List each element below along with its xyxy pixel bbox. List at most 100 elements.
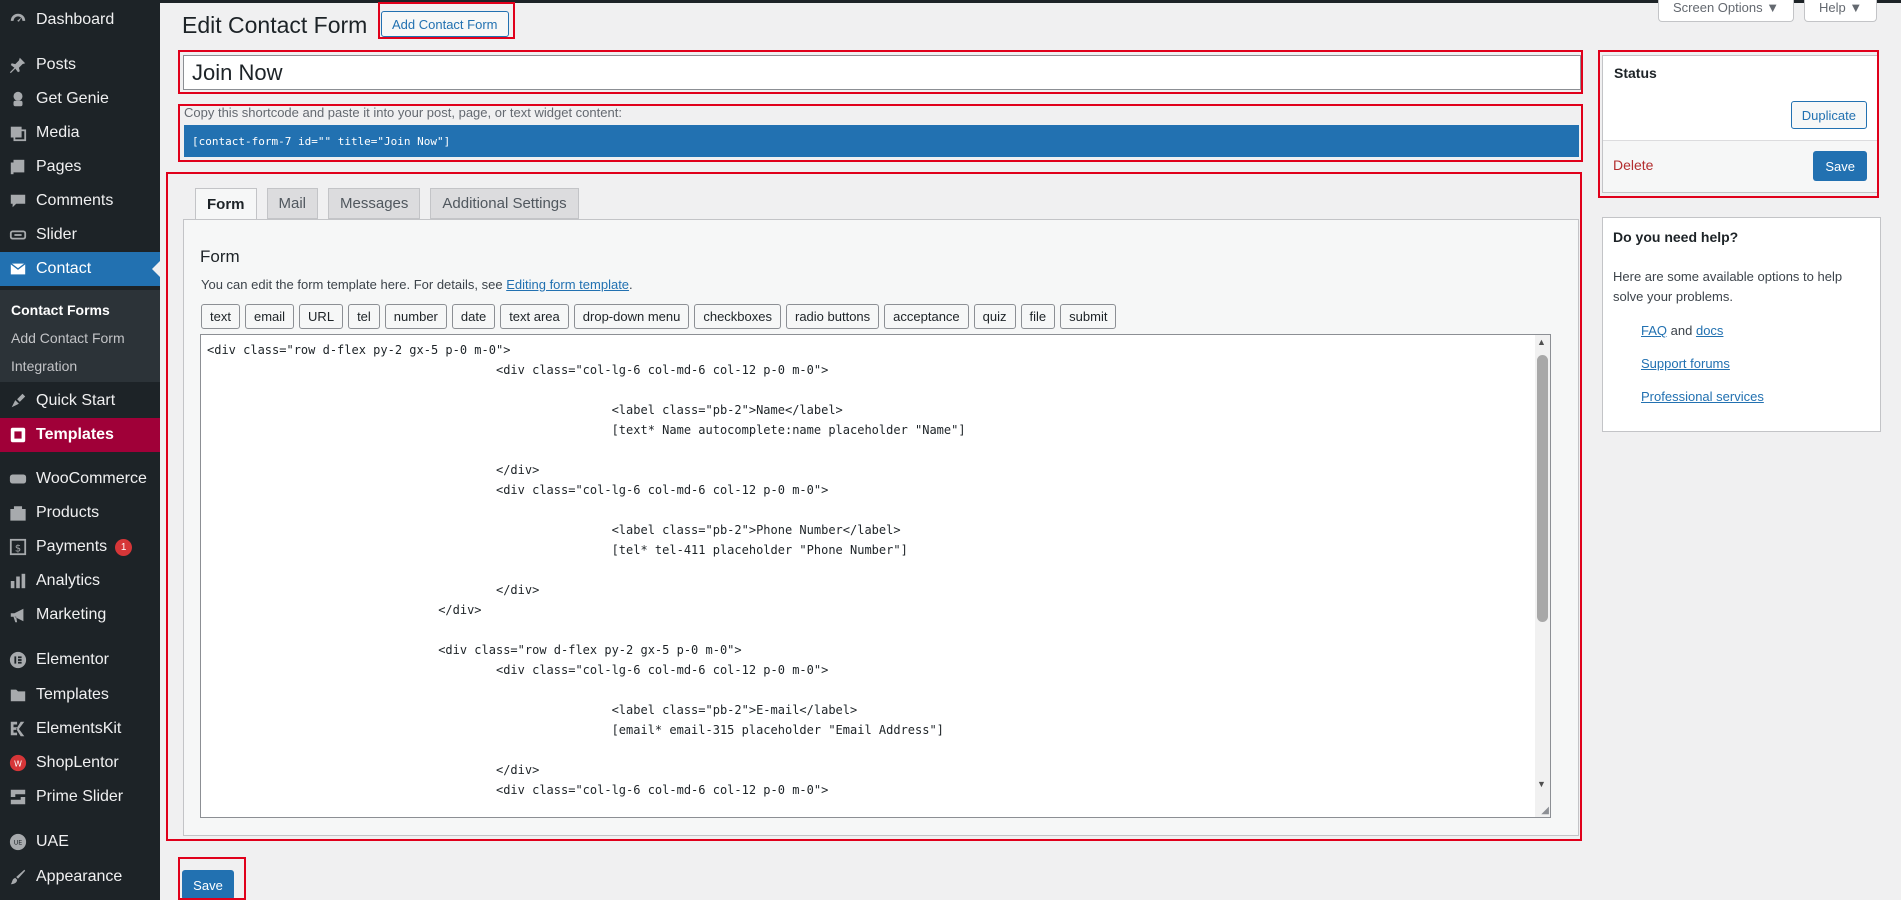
uae-icon: UE (8, 832, 28, 852)
support-forums-link[interactable]: Support forums (1641, 356, 1730, 371)
menu-payments[interactable]: $ Payments 1 (0, 530, 160, 564)
docs-link[interactable]: docs (1696, 323, 1723, 338)
svg-text:W: W (14, 759, 22, 769)
editor-tabs: Form Mail Messages Additional Settings (195, 188, 589, 221)
form-template-code[interactable]: <div class="row d-flex py-2 gx-5 p-0 m-0… (201, 335, 1550, 805)
menu-label: Media (36, 124, 80, 141)
menu-contact[interactable]: Contact (0, 252, 160, 286)
menu-label: Analytics (36, 572, 101, 589)
menu-woocommerce[interactable]: WooCommerce (0, 462, 160, 496)
tab-messages[interactable]: Messages (328, 188, 421, 219)
tag-button-quiz[interactable]: quiz (973, 304, 1016, 329)
menu-label: Quick Start (36, 392, 116, 409)
menu-shoplentor[interactable]: W ShopLentor (0, 746, 160, 780)
add-contact-form-button[interactable]: Add Contact Form (381, 11, 509, 37)
and-text: and (1670, 323, 1693, 338)
folder-icon (8, 685, 28, 705)
menu-label: ShopLentor (36, 754, 119, 771)
tag-generator-buttons: text email URL tel number date text area… (201, 304, 1121, 329)
tab-mail[interactable]: Mail (266, 188, 319, 219)
mail-icon (8, 259, 28, 279)
tag-button-email[interactable]: email (244, 304, 295, 329)
editor-scrollbar[interactable]: ▲ ▼ (1535, 335, 1550, 817)
scrollbar-thumb[interactable] (1537, 355, 1548, 622)
save-button-bottom[interactable]: Save (182, 870, 234, 900)
duplicate-button[interactable]: Duplicate (1790, 101, 1867, 129)
menu-templates[interactable]: Templates (0, 678, 160, 712)
quick-start-icon (8, 391, 28, 411)
menu-label: Slider (36, 226, 77, 243)
menu-templates-highlighted[interactable]: Templates (0, 418, 160, 452)
tag-button-text-area[interactable]: text area (500, 304, 569, 329)
delete-link[interactable]: Delete (1613, 157, 1653, 173)
menu-products[interactable]: Products (0, 496, 160, 530)
menu-dashboard[interactable]: Dashboard (0, 3, 160, 37)
menu-appearance[interactable]: Appearance (0, 860, 160, 894)
tag-button-checkboxes[interactable]: checkboxes (694, 304, 781, 329)
menu-pages[interactable]: Pages (0, 150, 160, 184)
form-panel: Form You can edit the form template here… (183, 219, 1579, 836)
tag-button-date[interactable]: date (451, 304, 496, 329)
menu-label: Payments (36, 538, 108, 555)
marketing-icon (8, 605, 28, 625)
tag-button-acceptance[interactable]: acceptance (884, 304, 969, 329)
save-button[interactable]: Save (1813, 151, 1867, 181)
comments-icon (8, 191, 28, 211)
scroll-up-icon[interactable]: ▲ (1537, 337, 1546, 347)
templates-icon (8, 425, 28, 445)
menu-label: Dashboard (36, 11, 115, 28)
menu-label: Appearance (36, 868, 123, 885)
menu-media[interactable]: Media (0, 116, 160, 150)
media-icon (8, 123, 28, 143)
payments-icon: $ (8, 537, 28, 557)
tab-form[interactable]: Form (195, 188, 257, 221)
tag-button-file[interactable]: file (1020, 304, 1056, 329)
submenu-integration[interactable]: Integration (11, 358, 77, 374)
status-title: Status (1614, 65, 1657, 81)
tag-button-tel[interactable]: tel (348, 304, 380, 329)
menu-marketing[interactable]: Marketing (0, 598, 160, 632)
menu-slider[interactable]: Slider (0, 218, 160, 252)
help-tab[interactable]: Help ▼ (1804, 0, 1878, 22)
menu-label: Templates (36, 686, 109, 703)
woocommerce-icon (8, 469, 28, 489)
tag-button-submit[interactable]: submit (1060, 304, 1117, 329)
menu-get-genie[interactable]: Get Genie (0, 82, 160, 116)
menu-prime-slider[interactable]: Prime Slider (0, 780, 160, 814)
dashboard-icon (8, 10, 28, 30)
editing-form-template-link[interactable]: Editing form template (506, 277, 629, 292)
tag-button-text[interactable]: text (201, 304, 240, 329)
shortcode-field[interactable]: [contact-form-7 id="" title="Join Now"] (184, 125, 1579, 157)
tab-additional-settings[interactable]: Additional Settings (430, 188, 579, 219)
scroll-down-icon[interactable]: ▼ (1537, 779, 1546, 789)
panel-description: You can edit the form template here. For… (201, 277, 633, 292)
form-template-editor[interactable]: <div class="row d-flex py-2 gx-5 p-0 m-0… (200, 334, 1551, 818)
help-title: Do you need help? (1613, 229, 1739, 245)
resize-handle-icon[interactable]: ◢ (1541, 805, 1549, 816)
submenu-add-contact-form[interactable]: Add Contact Form (11, 330, 125, 346)
menu-posts[interactable]: Posts (0, 48, 160, 82)
tag-button-number[interactable]: number (384, 304, 447, 329)
menu-uae[interactable]: UE UAE (0, 825, 160, 859)
menu-elementor[interactable]: Elementor (0, 643, 160, 677)
menu-label: Pages (36, 158, 82, 175)
help-description: Here are some available options to help … (1613, 269, 1843, 304)
menu-quick-start[interactable]: Quick Start (0, 384, 160, 418)
elementor-icon (8, 650, 28, 670)
menu-elementskit[interactable]: ElementsKit (0, 712, 160, 746)
tag-button-radio-buttons[interactable]: radio buttons (786, 304, 880, 329)
professional-services-link[interactable]: Professional services (1641, 389, 1764, 404)
faq-link[interactable]: FAQ (1641, 323, 1667, 338)
menu-comments[interactable]: Comments (0, 184, 160, 218)
slider-icon (8, 225, 28, 245)
screen-options-tab[interactable]: Screen Options ▼ (1658, 0, 1795, 22)
svg-text:UE: UE (14, 840, 23, 847)
menu-analytics[interactable]: Analytics (0, 564, 160, 598)
form-title-input[interactable] (183, 55, 1581, 90)
tag-button-url[interactable]: URL (299, 304, 344, 329)
submenu-contact-forms[interactable]: Contact Forms (11, 302, 110, 318)
admin-bar-edge (0, 0, 1901, 3)
status-actions: Delete Save (1603, 140, 1877, 192)
tag-button-drop-down-menu[interactable]: drop-down menu (573, 304, 690, 329)
status-box: Status Duplicate Delete Save (1602, 55, 1878, 193)
